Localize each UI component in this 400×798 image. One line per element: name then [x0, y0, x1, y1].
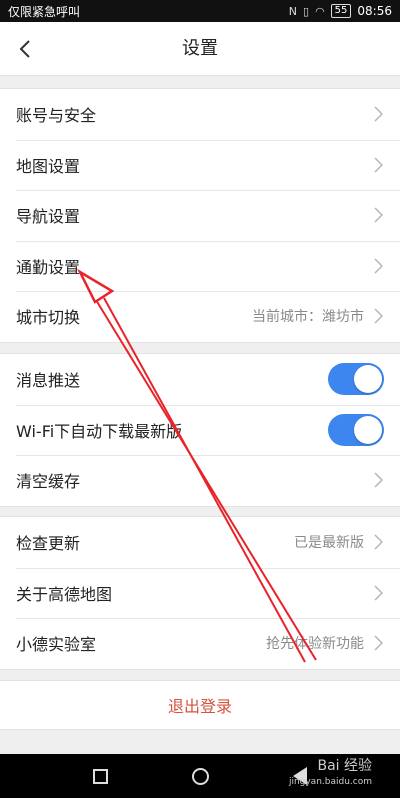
- item-label: 通勤设置: [16, 257, 81, 277]
- chevron-right-icon: [374, 534, 384, 550]
- clear-cache-item[interactable]: 清空缓存: [0, 455, 400, 506]
- recent-apps-icon: [92, 768, 108, 784]
- about-amap-item[interactable]: 关于高德地图: [0, 567, 400, 619]
- back-button[interactable]: [10, 22, 40, 76]
- watermark: Bai 经验 jingyan.baidu.com: [289, 758, 372, 790]
- watermark-main: Bai 经验: [317, 758, 372, 774]
- item-label: Wi-Fi下自动下载最新版: [16, 421, 183, 441]
- toggle-knob: [354, 415, 382, 444]
- header-bar: 设置: [0, 22, 400, 76]
- chevron-right-icon: [374, 585, 384, 601]
- page-title: 设置: [182, 38, 218, 59]
- chevron-right-icon: [374, 207, 384, 223]
- battery-icon: 55: [330, 4, 352, 18]
- chevron-right-icon: [374, 308, 384, 324]
- item-label: 关于高德地图: [16, 584, 113, 604]
- home-button[interactable]: [185, 761, 215, 791]
- update-status-value: 已是最新版: [294, 535, 364, 552]
- item-label: 账号与安全: [16, 106, 97, 126]
- vibrate-icon: ▯: [303, 4, 310, 18]
- settings-group-about: 检查更新 已是最新版 关于高德地图 小德实验室 抢先体验新功能: [0, 516, 400, 670]
- item-label: 导航设置: [16, 207, 81, 227]
- recent-apps-button[interactable]: [85, 761, 115, 791]
- status-icons: N ▯ ◠ 55 08:56: [289, 4, 392, 18]
- city-switch-item[interactable]: 城市切换 当前城市：潍坊市: [0, 291, 400, 342]
- push-notification-item: 消息推送: [0, 354, 400, 405]
- current-city-value: 当前城市：潍坊市: [252, 309, 364, 326]
- item-label: 消息推送: [16, 371, 81, 391]
- chevron-right-icon: [374, 258, 384, 274]
- item-label: 地图设置: [16, 156, 81, 176]
- chevron-right-icon: [374, 106, 384, 122]
- navigation-settings-item[interactable]: 导航设置: [0, 190, 400, 241]
- settings-group-general: 消息推送 Wi-Fi下自动下载最新版 清空缓存: [0, 353, 400, 507]
- wifi-auto-download-toggle[interactable]: [328, 413, 384, 446]
- settings-group-account: 账号与安全 地图设置 导航设置 通勤设置 城市切换 当前城市：潍坊市: [0, 88, 400, 343]
- wifi-icon: ◠: [315, 4, 325, 18]
- chevron-left-icon: [19, 40, 30, 58]
- lab-hint-value: 抢先体验新功能: [266, 636, 364, 653]
- account-security-item[interactable]: 账号与安全: [0, 89, 400, 140]
- item-label: 清空缓存: [16, 472, 81, 492]
- map-settings-item[interactable]: 地图设置: [0, 139, 400, 191]
- chevron-right-icon: [374, 157, 384, 173]
- carrier-text: 仅限紧急呼叫: [8, 4, 81, 19]
- check-update-item[interactable]: 检查更新 已是最新版: [0, 517, 400, 568]
- home-icon: [191, 767, 209, 785]
- toggle-knob: [354, 365, 382, 394]
- item-label: 检查更新: [16, 534, 81, 554]
- commute-settings-item[interactable]: 通勤设置: [0, 240, 400, 292]
- push-notification-toggle[interactable]: [328, 363, 384, 396]
- item-label: 城市切换: [16, 308, 81, 328]
- status-bar: 仅限紧急呼叫 N ▯ ◠ 55 08:56: [0, 0, 400, 22]
- lab-item[interactable]: 小德实验室 抢先体验新功能: [0, 618, 400, 669]
- clock: 08:56: [357, 4, 392, 18]
- wifi-auto-download-item: Wi-Fi下自动下载最新版: [0, 404, 400, 456]
- nfc-icon: N: [288, 4, 297, 18]
- watermark-sub: jingyan.baidu.com: [288, 777, 372, 787]
- chevron-right-icon: [374, 472, 384, 488]
- item-label: 小德实验室: [16, 635, 97, 655]
- logout-button[interactable]: 退出登录: [0, 680, 400, 730]
- chevron-right-icon: [374, 635, 384, 651]
